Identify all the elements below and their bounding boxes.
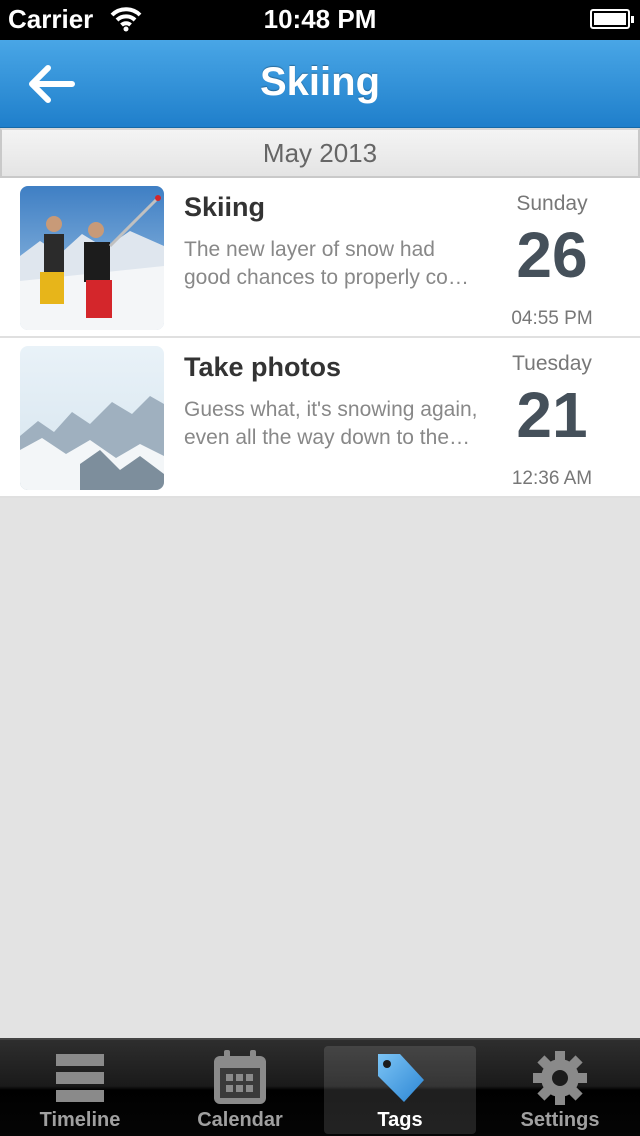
list-item[interactable]: Take photos Guess what, it's snowing aga…: [0, 338, 640, 498]
entry-title: Take photos: [184, 352, 342, 382]
entry-day-number: 26: [516, 219, 588, 291]
entry-list: Skiing The new layer of snow had good ch…: [0, 178, 640, 498]
entry-excerpt-line: Guess what, it's snowing again,: [184, 398, 478, 421]
tab-bar: Timeline Calendar Tags Settings: [0, 1038, 640, 1136]
status-bar: Carrier 10:48 PM: [0, 0, 640, 40]
entry-time: 12:36 AM: [511, 468, 593, 489]
entry-weekday: Sunday: [516, 192, 588, 215]
section-header: May 2013: [0, 128, 640, 178]
battery-icon: [590, 9, 634, 29]
status-time: 10:48 PM: [263, 4, 377, 34]
entry-date: Tuesday 21 12:36 AM: [492, 352, 612, 490]
entry-title: Skiing: [184, 192, 266, 222]
entry-excerpt: Guess what, it's snowing again, even all…: [184, 396, 504, 452]
gear-icon: [533, 1051, 587, 1105]
tab-calendar[interactable]: Calendar: [164, 1046, 316, 1134]
entry-date: Sunday 26 04:55 PM: [492, 192, 612, 330]
tab-label: Tags: [377, 1109, 423, 1131]
tab-timeline[interactable]: Timeline: [4, 1046, 156, 1134]
entry-excerpt: The new layer of snow had good chances t…: [184, 236, 504, 292]
tab-label: Calendar: [197, 1109, 283, 1131]
entry-time: 04:55 PM: [511, 308, 593, 329]
entry-day-number: 21: [516, 379, 588, 451]
tab-tags[interactable]: Tags: [324, 1046, 476, 1134]
entry-excerpt-line: good chances to properly co…: [184, 266, 469, 289]
entry-excerpt-line: The new layer of snow had: [184, 238, 435, 261]
calendar-icon: [214, 1050, 266, 1104]
entry-weekday: Tuesday: [512, 352, 592, 375]
timeline-icon: [56, 1054, 104, 1102]
entry-thumbnail: [20, 186, 164, 330]
tab-label: Settings: [520, 1109, 600, 1131]
navigation-bar: Skiing: [0, 40, 640, 128]
entry-thumbnail: [20, 346, 164, 490]
entry-excerpt-line: even all the way down to the…: [184, 426, 471, 449]
page-title: Skiing: [259, 60, 381, 104]
list-item[interactable]: Skiing The new layer of snow had good ch…: [0, 178, 640, 338]
tag-icon: [378, 1054, 424, 1102]
section-title: May 2013: [262, 138, 378, 168]
tab-label: Timeline: [39, 1109, 121, 1131]
tab-settings[interactable]: Settings: [484, 1046, 636, 1134]
